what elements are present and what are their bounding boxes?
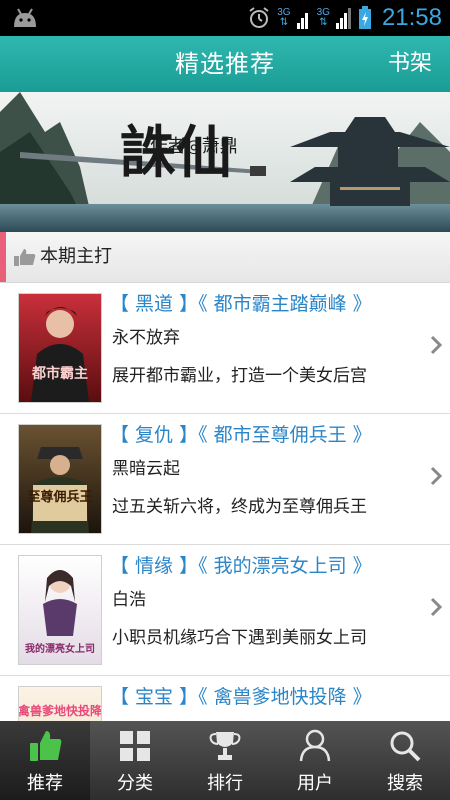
- tab-user[interactable]: 用户: [270, 721, 360, 800]
- book-cover: 禽兽爹地快投降: [18, 686, 102, 721]
- tab-label: 分类: [117, 773, 153, 794]
- section-accent-bar: [0, 232, 6, 282]
- featured-banner[interactable]: 誅仙 作者◎萧鼎: [0, 92, 450, 232]
- chevron-right-icon: [430, 466, 442, 486]
- book-author: 白浩: [112, 590, 146, 610]
- list-item-book-4[interactable]: 禽兽爹地快投降 【 宝宝 】《 禽兽爹地快投降 》: [0, 676, 450, 721]
- list-item-book-3[interactable]: 我的漂亮女上司 【 情缘 】《 我的漂亮女上司 》 白浩 小职员机缘巧合下遇到美…: [0, 545, 450, 676]
- page-title: 精选推荐: [175, 50, 275, 78]
- tab-ranking[interactable]: 排行: [180, 721, 270, 800]
- tab-search[interactable]: 搜索: [360, 721, 450, 800]
- trophy-icon: [209, 732, 241, 760]
- tab-label: 推荐: [27, 773, 63, 794]
- book-title[interactable]: 【 复仇 】《 都市至尊佣兵王 》: [110, 420, 372, 447]
- status-bar: 3G ⇅ 3G ⇅ 21:58: [0, 0, 450, 36]
- book-cover: 至尊佣兵王: [18, 424, 102, 534]
- book-title[interactable]: 【 黑道 】《 都市霸主踏巅峰 》: [110, 289, 372, 316]
- book-description: 小职员机缘巧合下遇到美丽女上司: [112, 628, 367, 648]
- svg-text:至尊佣兵王: 至尊佣兵王: [27, 489, 92, 505]
- battery-icon: [358, 6, 371, 29]
- search-icon: [390, 731, 421, 762]
- grid-icon: [120, 731, 150, 761]
- tab-category[interactable]: 分类: [90, 721, 180, 800]
- svg-text:禽兽爹地快投降: 禽兽爹地快投降: [19, 703, 101, 718]
- chevron-right-icon: [430, 335, 442, 355]
- tab-label: 用户: [297, 773, 333, 794]
- user-icon: [299, 729, 331, 762]
- section-header: 本期主打: [0, 232, 450, 283]
- book-title[interactable]: 【 情缘 】《 我的漂亮女上司 》: [110, 551, 372, 578]
- book-author: 黑暗云起: [112, 459, 180, 479]
- list-item-book-1[interactable]: 都市霸主 【 黑道 】《 都市霸主踏巅峰 》 永不放弃 展开都市霸业，打造一个美…: [0, 283, 450, 414]
- section-title: 本期主打: [40, 246, 112, 267]
- thumbs-up-small-icon: [14, 249, 36, 266]
- title-bar: 精选推荐 书架: [0, 36, 450, 92]
- book-cover: 我的漂亮女上司: [18, 555, 102, 665]
- bottom-navigation: 推荐 分类 排行 用户 搜索: [0, 721, 450, 800]
- signal-icon-1: [296, 13, 308, 29]
- banner-artwork: 誅仙 作者◎萧鼎: [0, 92, 450, 232]
- book-author: 永不放弃: [112, 328, 180, 348]
- signal-icon-2: [335, 8, 351, 29]
- chevron-right-icon: [430, 597, 442, 617]
- book-cover: 都市霸主: [18, 293, 102, 403]
- android-icon: [14, 8, 36, 27]
- list-item-book-2[interactable]: 至尊佣兵王 【 复仇 】《 都市至尊佣兵王 》 黑暗云起 过五关斩六将，终成为至…: [0, 414, 450, 545]
- tab-recommend[interactable]: 推荐: [0, 721, 90, 800]
- book-description: 过五关斩六将，终成为至尊佣兵王: [112, 497, 367, 517]
- book-description: 展开都市霸业，打造一个美女后宫: [112, 366, 367, 386]
- svg-text:都市霸主: 都市霸主: [31, 365, 88, 382]
- clock: 21:58: [381, 4, 442, 31]
- tab-label: 搜索: [387, 773, 423, 794]
- tab-label: 排行: [207, 773, 243, 794]
- svg-text:我的漂亮女上司: 我的漂亮女上司: [25, 642, 95, 655]
- bookshelf-button[interactable]: 书架: [388, 36, 432, 92]
- banner-author-text: 作者◎萧鼎: [150, 136, 238, 157]
- alarm-icon: [249, 7, 269, 28]
- thumbs-up-icon: [30, 731, 62, 761]
- book-title[interactable]: 【 宝宝 】《 禽兽爹地快投降 》: [110, 682, 372, 709]
- book-list[interactable]: 都市霸主 【 黑道 】《 都市霸主踏巅峰 》 永不放弃 展开都市霸业，打造一个美…: [0, 283, 450, 721]
